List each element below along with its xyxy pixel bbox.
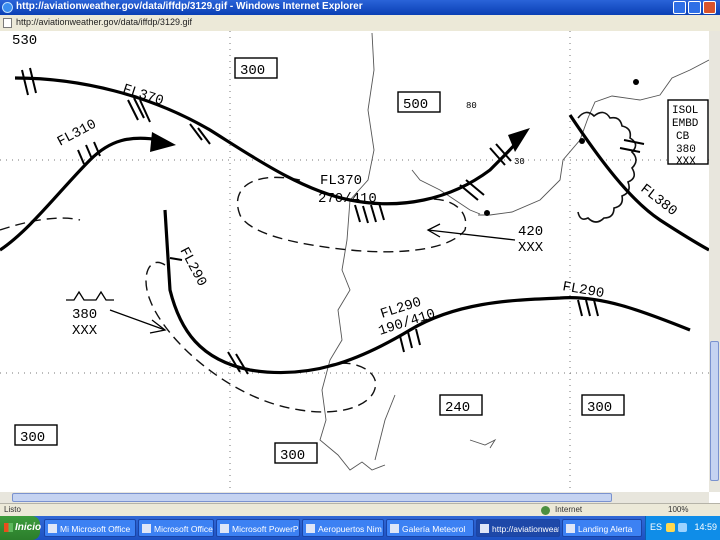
app-icon [566, 524, 575, 533]
wind-barbs [21, 67, 645, 375]
weather-chart-viewport: 530 300 500 240 300 300 300 FL370 FL310 … [0, 31, 709, 492]
vertical-scroll-thumb[interactable] [710, 341, 719, 481]
app-icon [48, 524, 57, 533]
taskbar-item-0[interactable]: Mi Microsoft Office [44, 519, 136, 537]
address-url[interactable]: http://aviationweather.gov/data/iffdp/31… [16, 17, 192, 27]
taskbar-item-3[interactable]: Aeropuertos Nim [302, 519, 384, 537]
jet-label-fl370-layers: 270/410 [318, 191, 377, 207]
horizontal-scroll-thumb[interactable] [12, 493, 612, 502]
horizontal-scrollbar[interactable] [0, 492, 709, 503]
internet-zone-icon [541, 506, 550, 515]
close-button[interactable] [703, 1, 716, 14]
cb-legend-embd: EMBD [672, 118, 699, 130]
level-label-500: 500 [403, 97, 428, 113]
taskbar-item-1[interactable]: Microsoft Office [138, 519, 214, 537]
start-button[interactable]: Inicio [0, 516, 42, 540]
cb-legend-isol: ISOL [672, 105, 698, 117]
cb-legend-level: 380 [676, 144, 696, 156]
small-label-30: 30 [514, 157, 525, 167]
windows-flag-icon [4, 523, 13, 532]
turbulence-symbol [66, 290, 114, 301]
address-bar[interactable]: http://aviationweather.gov/data/iffdp/31… [0, 15, 720, 32]
jet-label-fl380: FL380 [637, 181, 680, 219]
powerpoint-icon [220, 524, 229, 533]
app-icon [142, 524, 151, 533]
coastlines [319, 32, 709, 471]
jet-stream-lines [0, 76, 709, 375]
level-label-300-bottom: 300 [280, 448, 305, 464]
start-label: Inicio [15, 522, 42, 533]
security-zone: Internet [555, 505, 583, 514]
turbulence-label-xxx-right: XXX [518, 240, 544, 256]
jet-label-fl290-left: FL290 [176, 245, 210, 290]
maximize-button[interactable] [688, 1, 701, 14]
taskbar-item-2[interactable]: Microsoft PowerPoint [216, 519, 300, 537]
status-text: Listo [4, 505, 21, 514]
level-label-300-left: 300 [20, 430, 45, 446]
page-icon [3, 18, 12, 28]
small-label-80: 80 [466, 101, 477, 111]
internet-explorer-icon [2, 2, 13, 13]
jet-arrowhead-west [150, 132, 176, 152]
level-label-240: 240 [445, 400, 470, 416]
taskbar: Inicio Mi Microsoft Office Microsoft Off… [0, 516, 720, 540]
language-indicator[interactable]: ES [650, 522, 662, 532]
minimize-button[interactable] [673, 1, 686, 14]
vertical-scrollbar[interactable] [709, 31, 720, 492]
taskbar-item-5[interactable]: http://aviationweather [476, 519, 560, 537]
app-icon [390, 524, 399, 533]
significant-weather-chart: 530 300 500 240 300 300 300 FL370 FL310 … [0, 31, 709, 492]
level-label-530: 530 [12, 33, 37, 49]
turbulence-label-xxx-left: XXX [72, 323, 98, 339]
taskbar-item-4[interactable]: Galería Meteorol [386, 519, 474, 537]
window-title: http://aviationweather.gov/data/iffdp/31… [16, 1, 363, 12]
jet-label-fl310: FL310 [55, 117, 100, 151]
cb-legend-cb: CB [676, 131, 690, 143]
level-label-300-right: 300 [587, 400, 612, 416]
system-tray: ES 14:59 [645, 516, 720, 540]
tray-icon[interactable] [666, 523, 675, 532]
turbulence-label-420: 420 [518, 224, 543, 240]
dashed-areas [0, 176, 467, 413]
grid-lines [0, 31, 709, 492]
internet-explorer-icon [480, 524, 489, 533]
volume-icon[interactable] [678, 523, 687, 532]
turbulence-label-380: 380 [72, 307, 97, 323]
title-bar: http://aviationweather.gov/data/iffdp/31… [0, 0, 720, 15]
level-label-300-top: 300 [240, 63, 265, 79]
zoom-level[interactable]: 100% [668, 505, 688, 514]
cb-legend-xxx: XXX [676, 156, 696, 168]
clock: 14:59 [694, 522, 717, 532]
jet-label-fl370-mid: FL370 [320, 173, 362, 189]
location-dots [484, 79, 639, 216]
taskbar-item-6[interactable]: Landing Alerta [562, 519, 642, 537]
status-bar: Listo Internet 100% [0, 503, 720, 517]
app-icon [306, 524, 315, 533]
